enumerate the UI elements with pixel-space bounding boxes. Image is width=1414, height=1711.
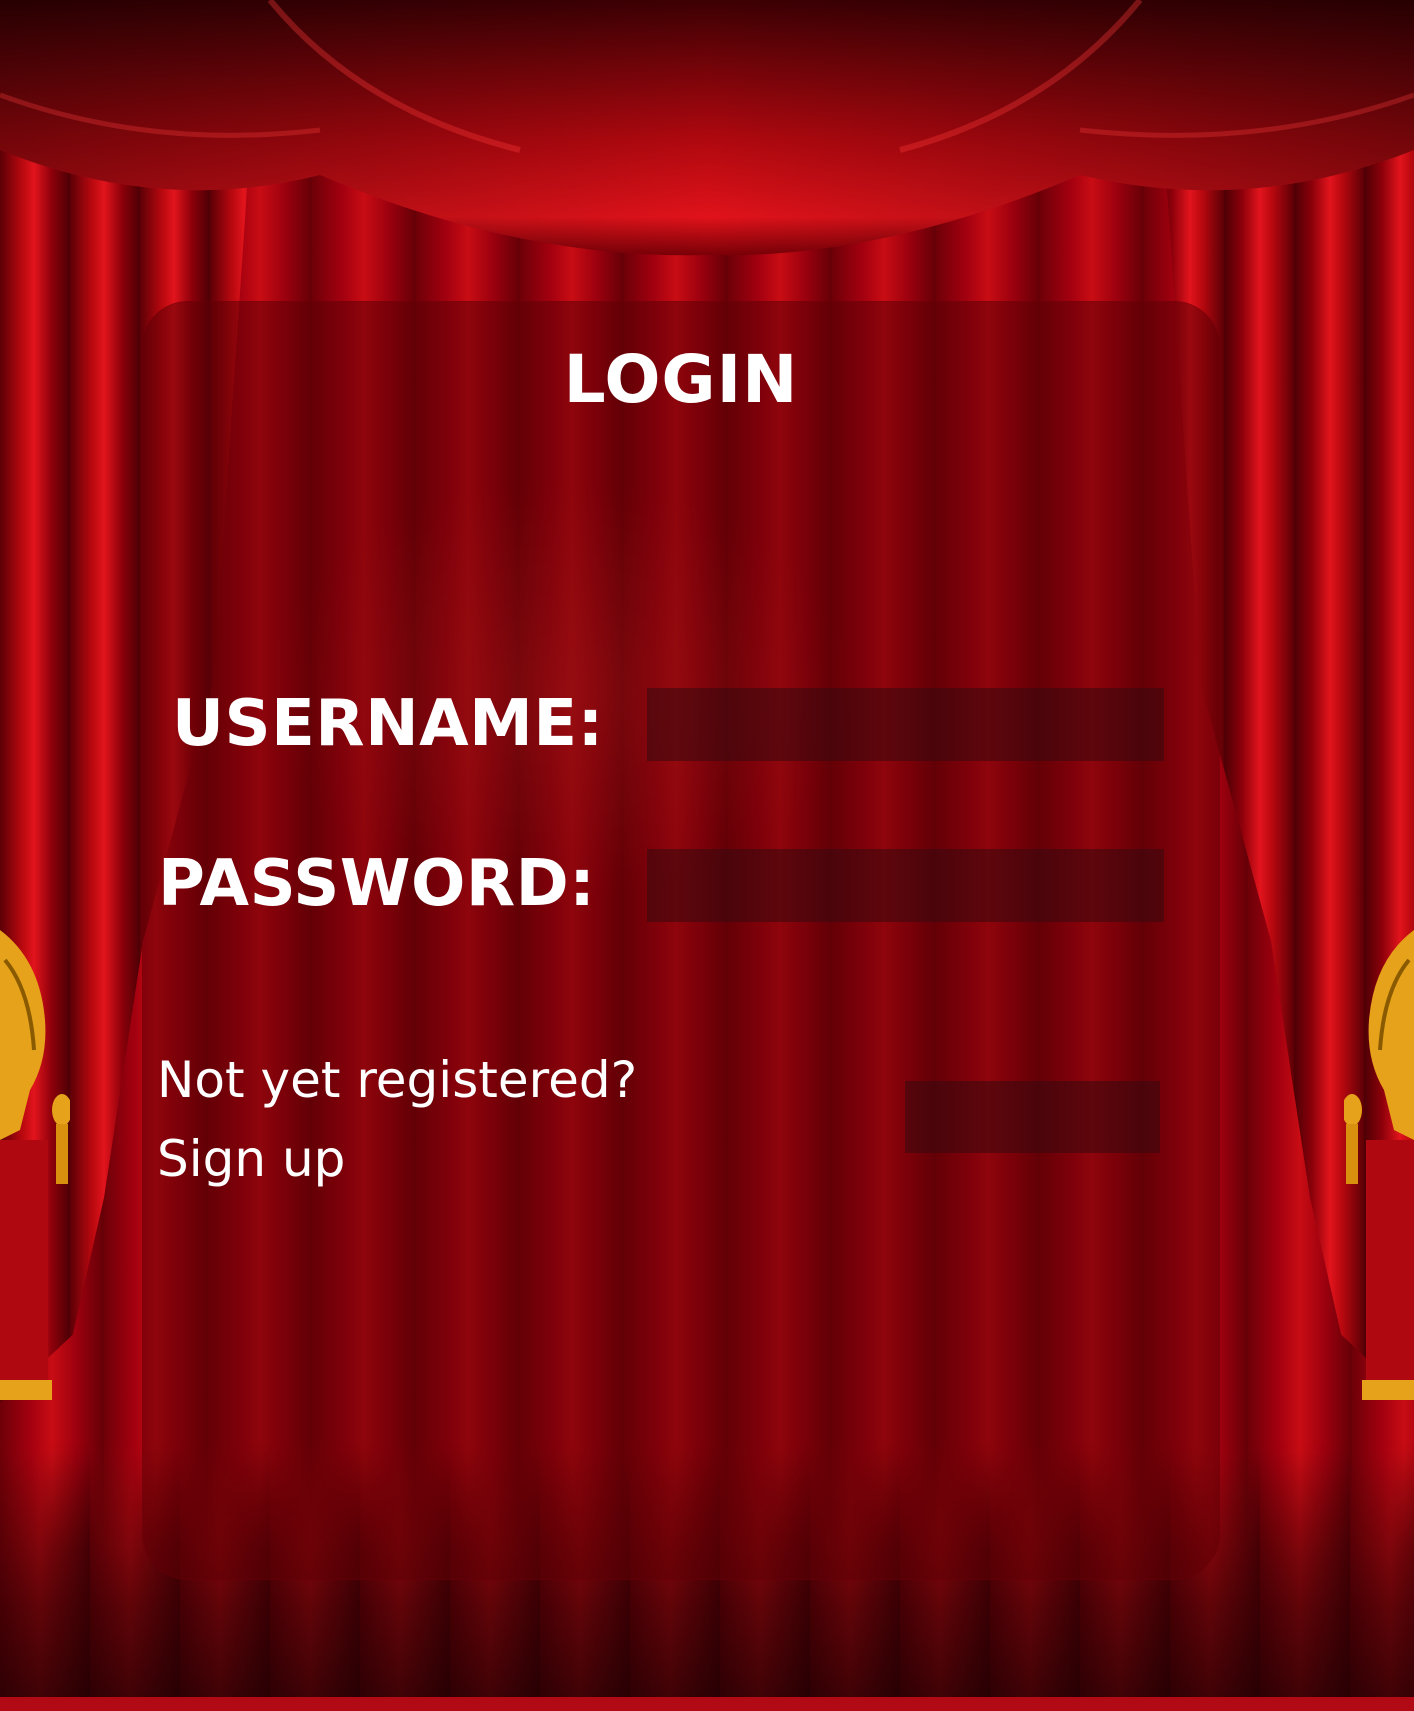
left-gold-tassel <box>0 930 70 1400</box>
register-prompt-text: Not yet registered? <box>157 1051 638 1109</box>
page-title: LOGIN <box>563 341 799 418</box>
stage-bottom-edge <box>0 1697 1414 1711</box>
sign-up-link[interactable]: Sign up <box>157 1130 345 1188</box>
login-card: LOGIN USERNAME: PASSWORD: Not yet regist… <box>142 301 1220 1580</box>
login-submit-button[interactable] <box>905 1081 1160 1153</box>
right-gold-tassel <box>1344 930 1414 1400</box>
curtain-valance <box>0 0 1414 256</box>
username-input[interactable] <box>647 688 1164 761</box>
register-prompt-block: Not yet registered? Sign up <box>157 1041 637 1199</box>
username-label: USERNAME: <box>172 687 604 761</box>
password-label: PASSWORD: <box>158 847 596 921</box>
password-input[interactable] <box>647 849 1164 922</box>
